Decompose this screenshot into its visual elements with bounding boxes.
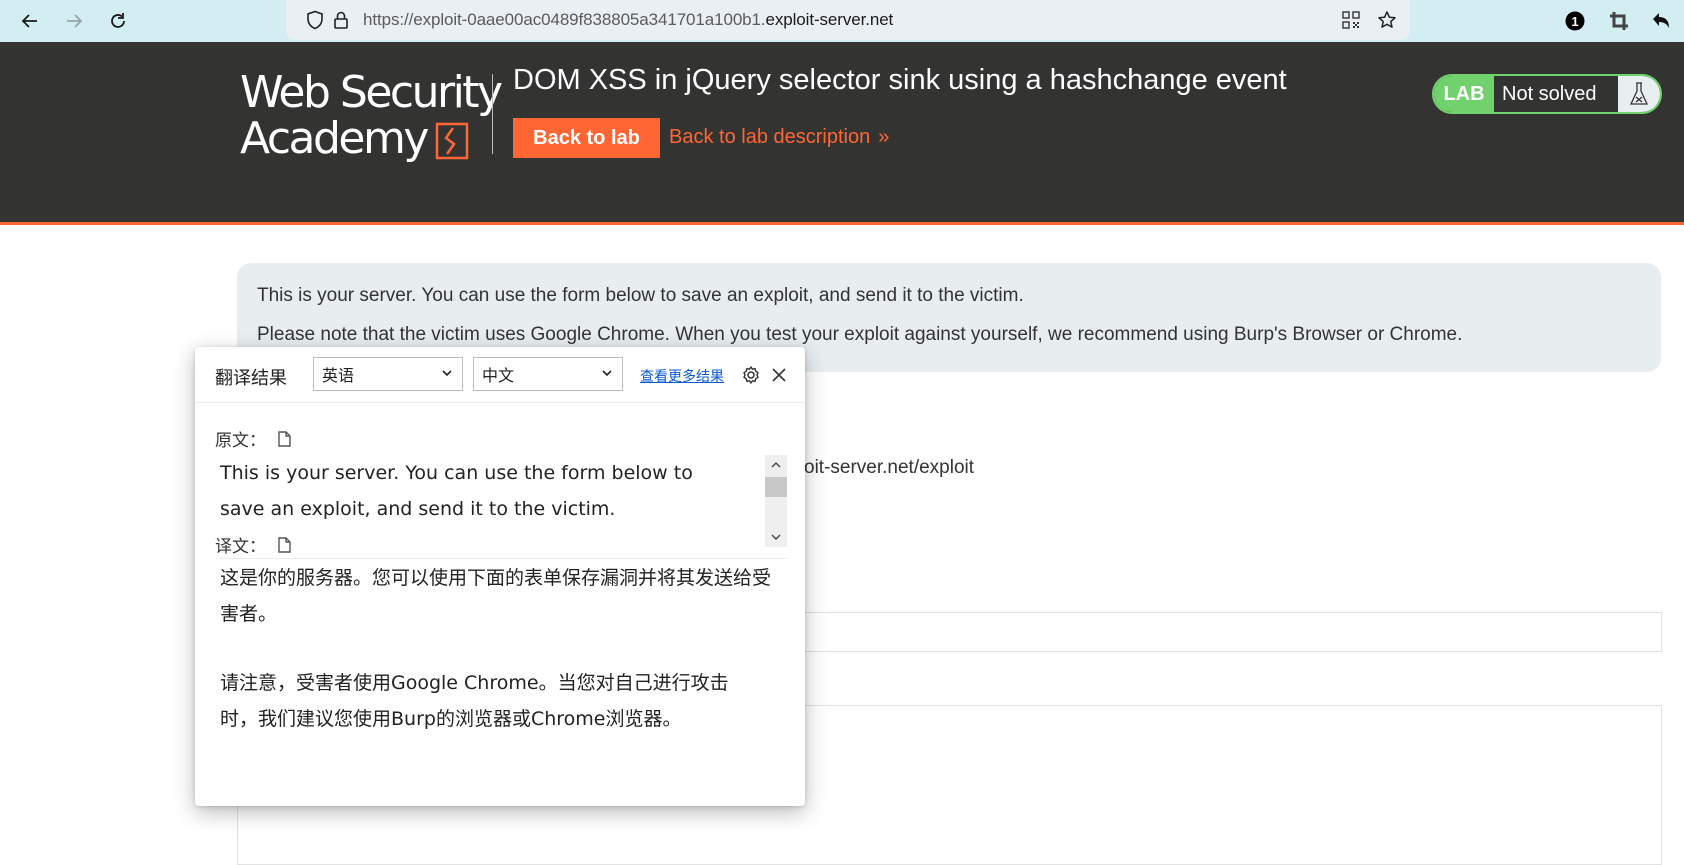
target-language-select[interactable]: 中文 <box>473 357 623 391</box>
scroll-thumb[interactable] <box>765 477 787 497</box>
web-security-academy-logo[interactable]: Web Security Academy <box>240 67 503 164</box>
exploit-url-text: oit-server.net/exploit <box>804 457 975 478</box>
scroll-up-icon[interactable] <box>765 455 787 475</box>
double-chevron-icon: » <box>878 126 890 148</box>
back-to-lab-description-link[interactable]: Back to lab description » <box>669 126 889 149</box>
translation-section-label: 译文： <box>215 532 292 557</box>
source-language-value: 英语 <box>322 366 355 385</box>
source-label-text: 原文： <box>215 431 266 451</box>
lab-status-text: Not solved <box>1494 76 1618 112</box>
popup-header: 翻译结果 英语 中文 查看更多结果 <box>195 347 805 403</box>
forward-button[interactable] <box>60 7 88 35</box>
reload-button[interactable] <box>104 7 132 35</box>
back-arrow-icon <box>21 14 37 28</box>
qr-code-icon[interactable] <box>1340 9 1362 31</box>
info-text-1: This is your server. You can use the for… <box>257 285 1024 306</box>
info-text-2: Please note that the victim uses Google … <box>257 324 1463 345</box>
extension-badge-icon[interactable]: 1 <box>1562 8 1588 34</box>
source-scrollbar[interactable] <box>765 455 787 547</box>
logo-mark-icon <box>435 122 469 160</box>
lock-icon[interactable] <box>330 9 352 31</box>
star-icon[interactable] <box>1376 9 1398 31</box>
url-prefix: https://exploit-0aae00ac0489f838805a3417… <box>363 10 766 29</box>
translation-label-text: 译文： <box>215 537 266 557</box>
translation-popup: 翻译结果 英语 中文 查看更多结果 原文： This is your serve… <box>195 347 805 806</box>
address-bar[interactable]: https://exploit-0aae00ac0489f838805a3417… <box>286 0 1410 40</box>
back-button[interactable] <box>16 7 44 35</box>
target-language-value: 中文 <box>482 366 515 385</box>
logo-line2: Academy <box>240 113 429 164</box>
forward-arrow-icon <box>67 14 83 28</box>
source-section-label: 原文： <box>215 426 292 451</box>
reload-icon <box>111 13 125 28</box>
flask-icon <box>1618 76 1660 112</box>
site-header: Web Security Academy DOM XSS in jQuery s… <box>0 42 1684 225</box>
gear-icon[interactable] <box>740 364 762 386</box>
scroll-down-icon[interactable] <box>765 527 787 547</box>
url-host: exploit-server.net <box>765 10 894 29</box>
undo-icon[interactable] <box>1648 8 1674 34</box>
crop-icon[interactable] <box>1606 8 1632 34</box>
source-language-select[interactable]: 英语 <box>313 357 463 391</box>
lab-status-widget: LAB Not solved <box>1432 74 1662 114</box>
lab-title: DOM XSS in jQuery selector sink using a … <box>513 64 1287 96</box>
extension-badge-count: 1 <box>1571 13 1579 29</box>
back-to-description-label: Back to lab description <box>669 126 871 148</box>
copy-icon[interactable] <box>276 536 292 554</box>
url-text[interactable]: https://exploit-0aae00ac0489f838805a3417… <box>363 10 893 30</box>
popup-divider <box>215 558 787 559</box>
logo-line1: Web Security <box>240 67 503 118</box>
header-divider <box>492 74 493 154</box>
translation-paragraph-1: 这是你的服务器。您可以使用下面的表单保存漏洞并将其发送给受害者。 <box>220 567 772 625</box>
shield-icon[interactable] <box>304 9 326 31</box>
back-to-lab-button[interactable]: Back to lab <box>513 118 660 158</box>
more-results-link[interactable]: 查看更多结果 <box>640 366 724 386</box>
chevron-down-icon <box>442 370 452 377</box>
translation-paragraph-2: 请注意，受害者使用Google Chrome。当您对自己进行攻击时，我们建议您使… <box>220 672 729 730</box>
close-icon[interactable] <box>768 364 790 386</box>
browser-toolbar: https://exploit-0aae00ac0489f838805a3417… <box>0 0 1684 42</box>
source-text: This is your server. You can use the for… <box>220 462 693 520</box>
copy-icon[interactable] <box>276 430 292 448</box>
chevron-down-icon <box>602 370 612 377</box>
popup-title: 翻译结果 <box>215 368 287 389</box>
lab-badge: LAB <box>1434 76 1494 112</box>
